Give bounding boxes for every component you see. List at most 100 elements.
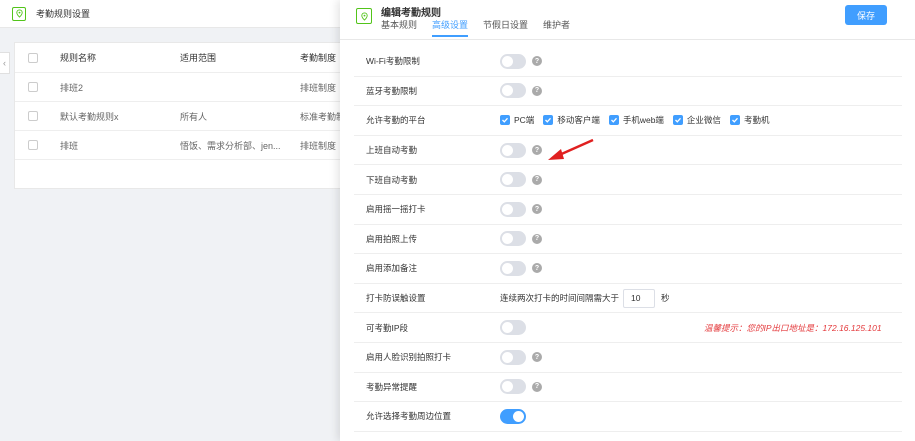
rule-name: 排班2 [60,82,84,93]
checkbox-checked-icon[interactable] [543,115,554,126]
help-icon[interactable]: ? [532,263,542,274]
setting-label: 允许选择考勤周边位置 [366,411,452,422]
background-header: 考勤规则设置 [0,0,340,28]
column-header-scope: 适用范围 [180,53,217,63]
face-recognition-switch[interactable] [500,349,526,365]
panel-title: 编辑考勤规则 [381,8,441,19]
collapse-chevron-icon[interactable]: ‹ [0,52,10,74]
setting-label: 允许考勤的平台 [366,115,426,126]
help-icon[interactable]: ? [532,233,542,244]
panel-tabs: 基本规则 高级设置 节假日设置 维护者 [381,18,585,37]
setting-row-face-recognition: 启用人脸识别拍照打卡 ? [354,343,902,373]
setting-label: 启用添加备注 [366,263,418,274]
location-pin-icon [356,8,372,24]
table-header-row: 规则名称 适用范围 考勤制度 [15,43,353,73]
checkbox-checked-icon[interactable] [608,115,619,126]
bluetooth-limit-switch[interactable] [500,83,526,99]
photo-upload-switch[interactable] [500,231,526,247]
setting-label: 蓝牙考勤限制 [366,85,418,96]
rule-name: 排班 [60,140,79,151]
setting-row-anti-mistouch: 打卡防误触设置 连续两次打卡的时间间隔需大于 秒 [354,284,902,314]
background-page-title: 考勤规则设置 [36,9,91,19]
platform-option-mobile[interactable]: 移动客户端 [543,114,600,126]
table-row[interactable]: 排班2 排班制度 [15,73,353,102]
help-icon[interactable]: ? [532,381,542,392]
select-all-checkbox[interactable] [28,52,38,63]
abnormal-reminder-switch[interactable] [500,379,526,395]
rules-table: 规则名称 适用范围 考勤制度 排班2 排班制度 默认考勤规则x 所有人 标准考勤… [14,42,354,189]
platform-option-mobile-web[interactable]: 手机web端 [608,114,664,126]
table-row[interactable]: 排班 悟饭、需求分析部、jen... 排班制度 [15,131,353,160]
setting-label: 上班自动考勤 [366,145,418,156]
interval-prefix: 连续两次打卡的时间间隔需大于 [500,293,620,304]
red-arrow-annotation-icon [548,138,594,160]
setting-label: 打卡防误触设置 [366,293,426,304]
help-icon[interactable]: ? [532,85,542,96]
ip-tip-text: 温馨提示：您的IP出口地址是：172.16.125.101 [704,322,882,333]
platform-option-attendance-machine[interactable]: 考勤机 [729,114,770,126]
column-header-system: 考勤制度 [300,53,337,63]
rule-system: 标准考勤制 [300,111,346,122]
rule-system: 排班制度 [300,82,337,93]
setting-row-add-remark: 启用添加备注 ? [354,254,902,284]
save-button[interactable]: 保存 [845,5,887,25]
checkbox-checked-icon[interactable] [672,115,683,126]
setting-row-platforms: 允许考勤的平台 PC端 移动客户端 手机web端 企业微信 考勤机 [354,106,902,136]
platform-label: 企业微信 [686,115,721,126]
setting-row-shake-clock: 启用摇一摇打卡 ? [354,195,902,225]
add-remark-switch[interactable] [500,260,526,276]
settings-list: Wi-Fi考勤限制 ? 蓝牙考勤限制 ? 允许考勤的平台 PC端 移动客户端 手… [354,47,902,432]
help-icon[interactable]: ? [532,204,542,215]
tab-holiday-settings[interactable]: 节假日设置 [483,18,528,37]
setting-label: 启用摇一摇打卡 [366,204,426,215]
row-checkbox[interactable] [28,111,38,121]
setting-label: 下班自动考勤 [366,174,418,185]
platform-option-pc[interactable]: PC端 [500,114,534,126]
platform-label: 考勤机 [743,115,770,126]
auto-clock-out-switch[interactable] [500,172,526,188]
rule-scope: 悟饭、需求分析部、jen... [180,140,281,151]
setting-label: 可考勤IP段 [366,322,409,333]
interval-unit: 秒 [661,293,670,304]
tab-basic-rules[interactable]: 基本规则 [381,18,417,37]
platform-label: 移动客户端 [557,115,600,126]
location-pin-icon [12,6,26,21]
interval-seconds-input[interactable] [623,288,656,308]
ip-range-switch[interactable] [500,320,526,336]
help-icon[interactable]: ? [532,56,542,67]
auto-clock-in-switch[interactable] [500,142,526,158]
rule-scope: 所有人 [180,111,208,122]
platform-label: PC端 [514,115,535,126]
rule-system: 排班制度 [300,140,337,151]
setting-row-ip-range: 可考勤IP段 温馨提示：您的IP出口地址是：172.16.125.101 [354,313,902,343]
column-header-name: 规则名称 [60,53,97,63]
platform-option-wecom[interactable]: 企业微信 [672,114,721,126]
setting-row-bluetooth: 蓝牙考勤限制 ? [354,77,902,107]
setting-row-auto-clock-in: 上班自动考勤 ? [354,136,902,166]
shake-clock-switch[interactable] [500,201,526,217]
setting-row-nearby-location: 允许选择考勤周边位置 [354,402,902,432]
nearby-location-switch[interactable] [500,408,526,424]
setting-row-photo-upload: 启用拍照上传 ? [354,225,902,255]
row-checkbox[interactable] [28,140,38,150]
help-icon[interactable]: ? [532,145,542,156]
setting-label: 启用拍照上传 [366,233,418,244]
setting-label: 启用人脸识别拍照打卡 [366,352,452,363]
setting-row-wifi: Wi-Fi考勤限制 ? [354,47,902,77]
tab-maintainers[interactable]: 维护者 [543,18,570,37]
tab-advanced-settings[interactable]: 高级设置 [432,18,469,37]
panel-header: 编辑考勤规则 基本规则 高级设置 节假日设置 维护者 保存 [340,0,915,40]
help-icon[interactable]: ? [532,174,542,185]
wifi-limit-switch[interactable] [500,53,526,69]
help-icon[interactable]: ? [532,352,542,363]
setting-label: 考勤异常提醒 [366,381,418,392]
rule-name: 默认考勤规则x [60,111,119,122]
setting-row-auto-clock-out: 下班自动考勤 ? [354,165,902,195]
table-row[interactable]: 默认考勤规则x 所有人 标准考勤制 [15,102,353,131]
row-checkbox[interactable] [28,82,38,92]
platform-label: 手机web端 [622,115,664,126]
checkbox-checked-icon[interactable] [500,115,510,126]
checkbox-checked-icon[interactable] [729,115,740,126]
setting-label: Wi-Fi考勤限制 [366,56,420,67]
edit-rule-panel: 编辑考勤规则 基本规则 高级设置 节假日设置 维护者 保存 Wi-Fi考勤限制 … [340,0,915,441]
